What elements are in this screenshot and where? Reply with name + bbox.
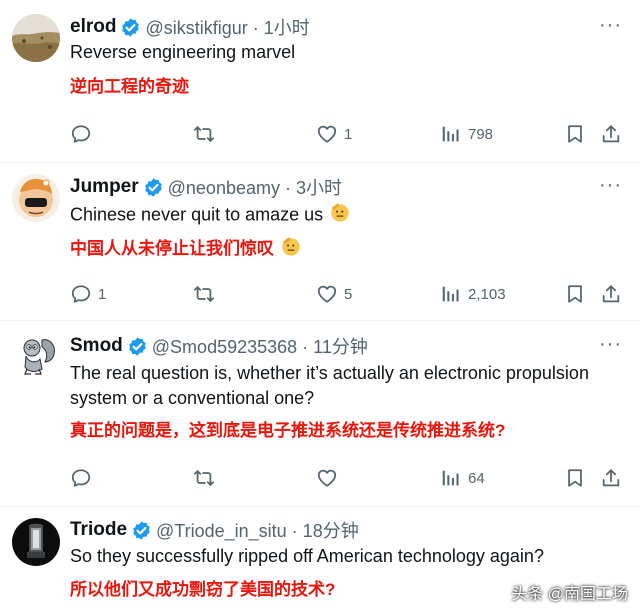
tweet-actions: 64 — [70, 465, 630, 491]
retweet-button[interactable] — [193, 121, 215, 147]
squirrel-avatar-image — [12, 332, 60, 380]
like-count: 1 — [344, 125, 353, 143]
heart-icon — [316, 467, 338, 489]
share-button[interactable] — [600, 465, 622, 491]
like-button[interactable]: 5 — [316, 281, 352, 307]
verified-badge-icon — [127, 336, 148, 357]
tweet-translation: 真正的问题是，这到底是电子推进系统还是传统推进系统? — [70, 421, 506, 440]
tweet-text-line-2: system or a conventional one? — [70, 388, 315, 408]
more-options-icon[interactable]: ··· — [599, 174, 622, 197]
saluting-face-icon — [280, 235, 302, 264]
bookmark-icon — [564, 123, 586, 145]
heart-icon — [316, 283, 338, 305]
tweet-header: elrod @sikstikfigur · 1小时 — [70, 14, 310, 40]
views-button[interactable]: 64 — [440, 465, 485, 491]
vacuum-tube-avatar[interactable] — [12, 518, 60, 566]
display-name[interactable]: Triode — [70, 519, 127, 541]
display-name[interactable]: elrod — [70, 16, 116, 38]
tweet-text-container: Chinese never quit to amaze us — [70, 201, 630, 230]
share-button[interactable] — [600, 121, 622, 147]
handle-and-time[interactable]: @neonbeamy · 3小时 — [168, 174, 342, 200]
tweet-text: The real question is, whether it’s actua… — [70, 361, 630, 411]
retweet-icon — [193, 467, 215, 489]
like-count: 5 — [344, 285, 353, 303]
reply-count: 1 — [98, 285, 107, 303]
tweet-actions: 1 798 — [70, 121, 630, 147]
like-button[interactable]: 1 — [316, 121, 352, 147]
tweet-translation: 中国人从未停止让我们惊叹 — [70, 238, 274, 258]
tweet-text-line-1: The real question is, whether it’s actua… — [70, 363, 589, 383]
views-button[interactable]: 798 — [440, 121, 493, 147]
tweet[interactable]: Jumper @neonbeamy · 3小时 ··· Chinese neve… — [0, 162, 640, 321]
bookmark-button[interactable] — [564, 281, 586, 307]
share-icon — [600, 283, 622, 305]
landscape-avatar[interactable] — [12, 14, 60, 62]
squirrel-avatar[interactable] — [12, 332, 60, 380]
saluting-face-icon — [329, 201, 351, 230]
share-icon — [600, 467, 622, 489]
cartoon-avatar[interactable] — [12, 174, 60, 222]
view-count: 64 — [468, 469, 485, 487]
reply-button[interactable]: 1 — [70, 281, 106, 307]
retweet-button[interactable] — [193, 281, 215, 307]
share-icon — [600, 123, 622, 145]
tweet-translation-container: 中国人从未停止让我们惊叹 — [70, 235, 302, 264]
views-icon — [440, 123, 462, 145]
like-button[interactable] — [316, 465, 344, 491]
retweet-button[interactable] — [193, 465, 215, 491]
handle-and-time[interactable]: @Smod59235368 · 11分钟 — [152, 333, 368, 359]
landscape-avatar-image — [12, 14, 60, 62]
watermark: 头条 @南国工场 — [511, 586, 628, 603]
tweet-actions: 1 5 2,103 — [70, 281, 630, 307]
verified-badge-icon — [120, 17, 141, 38]
tweet-header: Smod @Smod59235368 · 11分钟 — [70, 333, 368, 359]
tweet-translation: 所以他们又成功剽窃了美国的技术? — [70, 580, 336, 599]
handle-and-time[interactable]: @sikstikfigur · 1小时 — [145, 14, 309, 40]
reply-button[interactable] — [70, 465, 98, 491]
more-options-icon[interactable]: ··· — [599, 333, 622, 356]
cartoon-avatar-image — [12, 174, 60, 222]
more-options-icon[interactable]: ··· — [599, 14, 622, 37]
tweet[interactable]: Smod @Smod59235368 · 11分钟 ··· The real q… — [0, 320, 640, 507]
verified-badge-icon — [131, 520, 152, 541]
display-name[interactable]: Smod — [70, 335, 123, 357]
view-count: 798 — [468, 125, 494, 143]
retweet-icon — [193, 283, 215, 305]
handle-and-time[interactable]: @Triode_in_situ · 18分钟 — [156, 517, 359, 543]
views-icon — [440, 467, 462, 489]
bookmark-button[interactable] — [564, 465, 586, 491]
verified-badge-icon — [143, 177, 164, 198]
views-icon — [440, 283, 462, 305]
reply-icon — [70, 283, 92, 305]
reply-icon — [70, 123, 92, 145]
bookmark-button[interactable] — [564, 121, 586, 147]
vacuum-tube-avatar-image — [12, 518, 60, 566]
tweet-header: Triode @Triode_in_situ · 18分钟 — [70, 517, 359, 543]
tweet-text: Chinese never quit to amaze us — [70, 204, 324, 225]
tweet-header: Jumper @neonbeamy · 3小时 — [70, 174, 342, 200]
tweet-translation: 逆向工程的奇迹 — [70, 77, 189, 96]
share-button[interactable] — [600, 281, 622, 307]
views-button[interactable]: 2,103 — [440, 281, 506, 307]
retweet-icon — [193, 123, 215, 145]
bookmark-icon — [564, 467, 586, 489]
tweet-text: So they successfully ripped off American… — [70, 546, 544, 566]
reply-icon — [70, 467, 92, 489]
reply-button[interactable] — [70, 121, 98, 147]
heart-icon — [316, 123, 338, 145]
view-count: 2,103 — [468, 285, 506, 303]
display-name[interactable]: Jumper — [70, 176, 139, 198]
bookmark-icon — [564, 283, 586, 305]
tweet-text: Reverse engineering marvel — [70, 42, 296, 62]
tweet[interactable]: elrod @sikstikfigur · 1小时 ··· Reverse en… — [0, 0, 640, 163]
